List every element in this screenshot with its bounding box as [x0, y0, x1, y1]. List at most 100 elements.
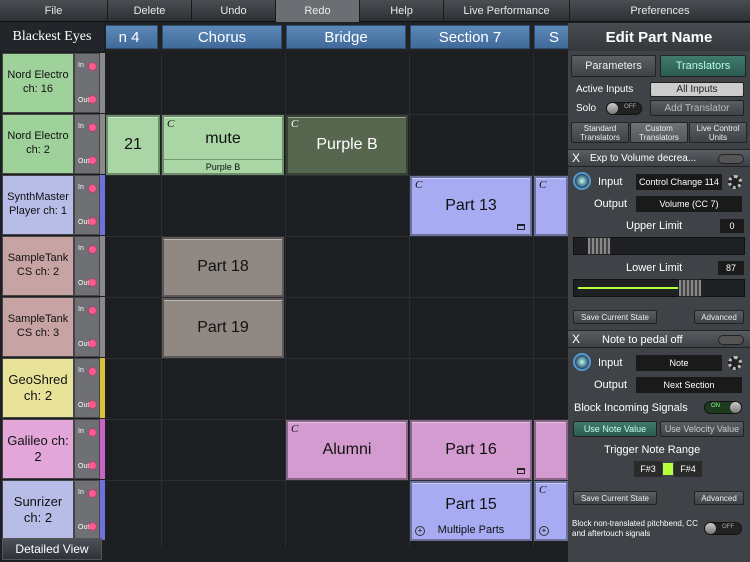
panel-title: Edit Part Name [568, 23, 750, 51]
track-name[interactable]: Nord Electro ch: 2 [2, 114, 74, 174]
track-row[interactable]: GeoShred ch: 2 In Out [0, 358, 106, 418]
tab-custom-translators[interactable]: Custom Translators [630, 122, 688, 143]
save-current-state-button[interactable]: Save Current State [573, 310, 657, 324]
range-low[interactable]: F#3 [634, 461, 662, 477]
menu-help[interactable]: Help [360, 0, 444, 22]
slider-thumb[interactable] [587, 237, 612, 255]
in-label: In [78, 306, 84, 313]
tab-parameters[interactable]: Parameters [571, 55, 656, 77]
track-name[interactable]: Galileo ch: 2 [2, 419, 74, 479]
gear-icon[interactable] [728, 356, 742, 370]
track-name[interactable]: SampleTank CS ch: 3 [2, 297, 74, 357]
menu-delete[interactable]: Delete [108, 0, 192, 22]
track-row[interactable]: Nord Electro ch: 16 In Out [0, 53, 106, 113]
clip-21[interactable]: 21 [106, 115, 160, 175]
use-note-value-button[interactable]: Use Note Value [573, 421, 657, 437]
upper-limit-value[interactable]: 0 [720, 219, 744, 233]
track-color-bar [100, 114, 105, 174]
solo-toggle[interactable]: OFF [606, 102, 642, 115]
toggle-knob [730, 402, 741, 413]
add-translator-button[interactable]: Add Translator [650, 100, 744, 116]
track-name[interactable]: Nord Electro ch: 16 [2, 53, 74, 113]
clip-next-1[interactable]: C [534, 176, 568, 236]
clip-part-18[interactable]: Part 18 [162, 237, 284, 297]
section-header-7[interactable]: Section 7 [410, 25, 530, 49]
menu-undo[interactable]: Undo [192, 0, 276, 22]
block-incoming-toggle[interactable]: ON [704, 401, 742, 414]
track-row[interactable]: Nord Electro ch: 2 In Out [0, 114, 106, 174]
tab-translators[interactable]: Translators [660, 55, 746, 77]
track-row[interactable]: SampleTank CS ch: 3 In Out [0, 297, 106, 357]
tab-standard-translators[interactable]: Standard Translators [571, 122, 629, 143]
clip-label: Alumni [322, 441, 372, 458]
clip-part-16[interactable]: Part 16 [410, 420, 532, 480]
section-header-4[interactable]: n 4 [106, 25, 158, 49]
toggle-state: OFF [624, 104, 636, 110]
track-color-bar [100, 480, 105, 540]
lower-limit-value[interactable]: 87 [718, 261, 744, 275]
menu-redo[interactable]: Redo [276, 0, 360, 22]
output-field[interactable]: Next Section [636, 377, 742, 393]
section-header-chorus[interactable]: Chorus [162, 25, 282, 49]
menu-preferences[interactable]: Preferences [570, 0, 750, 22]
clip-mute[interactable]: Cmute Purple B [162, 115, 284, 175]
save-current-state-button[interactable]: Save Current State [573, 491, 657, 505]
use-velocity-value-button[interactable]: Use Velocity Value [660, 421, 744, 437]
clip-purple-b[interactable]: C Purple B [286, 115, 408, 175]
clip-part-13[interactable]: C Part 13 [410, 176, 532, 236]
section-header-bridge[interactable]: Bridge [286, 25, 406, 49]
all-inputs-select[interactable]: All Inputs [650, 82, 744, 97]
range-high[interactable]: F#4 [674, 461, 702, 477]
track-row[interactable]: SampleTank CS ch: 2 In Out [0, 236, 106, 296]
learn-knob-icon[interactable] [573, 353, 591, 371]
advanced-button[interactable]: Advanced [694, 310, 744, 324]
lower-limit-label: Lower Limit [626, 262, 683, 274]
learn-knob-icon[interactable] [573, 172, 591, 190]
gear-icon[interactable] [728, 175, 742, 189]
track-row[interactable]: Galileo ch: 2 In Out [0, 419, 106, 479]
clip-label: Part 15 [445, 496, 497, 513]
tab-live-control-units[interactable]: Live Control Units [689, 122, 747, 143]
track-color-bar [100, 358, 105, 418]
clip-part-15[interactable]: Part 15 Multiple Parts + [410, 481, 532, 541]
out-label: Out [78, 341, 90, 348]
menu-file[interactable]: File [0, 0, 108, 22]
collapse-icon[interactable] [718, 154, 744, 164]
translator-2-header[interactable]: X Note to pedal off [568, 330, 750, 348]
clip-next-2[interactable] [534, 420, 568, 480]
collapse-icon[interactable] [718, 335, 744, 345]
out-label: Out [78, 280, 90, 287]
song-title[interactable]: Blackest Eyes [0, 23, 104, 51]
detailed-view-button[interactable]: Detailed View [2, 538, 102, 560]
clip-label: 21 [124, 136, 142, 153]
track-row[interactable]: SynthMaster Player ch: 1 In Out [0, 175, 106, 235]
advanced-button[interactable]: Advanced [694, 491, 744, 505]
block-non-translated-toggle[interactable]: OFF [704, 522, 742, 535]
upper-limit-slider[interactable] [573, 237, 745, 255]
input-activity-icon [89, 124, 96, 131]
track-row[interactable]: Sunrizer ch: 2 In Out [0, 480, 106, 540]
track-name[interactable]: Sunrizer ch: 2 [2, 480, 74, 540]
input-field[interactable]: Note [636, 355, 722, 371]
track-name[interactable]: GeoShred ch: 2 [2, 358, 74, 418]
out-label: Out [78, 524, 90, 531]
output-field[interactable]: Volume (CC 7) [636, 196, 742, 212]
output-activity-icon [89, 218, 96, 225]
menu-live-performance[interactable]: Live Performance [444, 0, 570, 22]
translator-1-header[interactable]: X Exp to Volume decrea... [568, 149, 750, 167]
clip-alumni[interactable]: C Alumni [286, 420, 408, 480]
lower-limit-slider[interactable] [573, 279, 745, 297]
track-name[interactable]: SynthMaster Player ch: 1 [2, 175, 74, 235]
track-name[interactable]: SampleTank CS ch: 2 [2, 236, 74, 296]
input-field[interactable]: Control Change 114 [636, 174, 722, 190]
slider-thumb[interactable] [677, 279, 702, 297]
clip-part-19[interactable]: Part 19 [162, 298, 284, 358]
output-label: Output [594, 198, 628, 210]
close-icon[interactable]: X [572, 151, 580, 165]
section-header-next[interactable]: S [534, 25, 568, 49]
clip-next-3[interactable]: C + [534, 481, 568, 541]
clip-label: Purple B [316, 136, 378, 153]
close-icon[interactable]: X [572, 332, 580, 346]
range-indicator [663, 463, 673, 475]
menu-bar: File Delete Undo Redo Help Live Performa… [0, 0, 750, 22]
